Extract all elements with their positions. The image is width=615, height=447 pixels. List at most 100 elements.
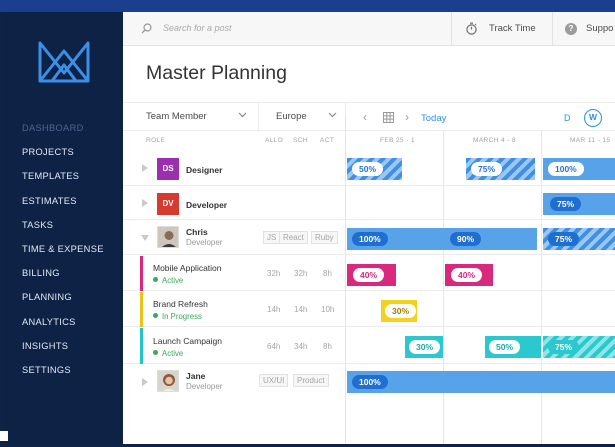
prev-week-button[interactable]: ‹ — [363, 110, 367, 124]
allocation-bar[interactable]: 30% — [405, 336, 443, 358]
allocation-bar[interactable]: 30% — [381, 300, 417, 322]
project-status: In Progress — [153, 312, 202, 321]
person-role: Developer — [186, 382, 223, 391]
project-color-bar — [140, 328, 143, 364]
status-label: In Progress — [162, 312, 202, 321]
allocation-bar[interactable]: 50% — [485, 336, 541, 358]
search-icon[interactable] — [141, 23, 152, 34]
today-button[interactable]: Today — [421, 113, 446, 124]
next-week-button[interactable]: › — [405, 110, 409, 124]
expand-icon[interactable] — [142, 378, 148, 386]
sidebar-item-insights[interactable]: INSIGHTS — [22, 334, 104, 358]
expand-icon[interactable] — [142, 199, 148, 207]
skill-tag: Ruby — [311, 231, 338, 244]
role-badge: DV — [157, 193, 179, 215]
allocation-bar[interactable]: 50% — [347, 158, 402, 180]
sidebar-item-dashboard[interactable]: DASHBOARD — [22, 116, 104, 140]
allocated-hours: 32h — [267, 269, 281, 278]
person-icon — [158, 227, 178, 247]
scheduled-hours: 34h — [294, 342, 308, 351]
allocation-label: 75% — [548, 232, 580, 246]
actual-hours: 8h — [323, 342, 332, 351]
stopwatch-icon[interactable] — [465, 22, 478, 35]
allocation-bar[interactable]: 100% — [543, 158, 615, 180]
project-color-bar — [140, 292, 143, 327]
status-dot-icon — [153, 313, 158, 319]
person-icon — [158, 371, 178, 391]
project-color-bar — [140, 256, 143, 291]
sidebar-item-analytics[interactable]: ANALYTICS — [22, 310, 104, 334]
project-status: Active — [153, 349, 183, 358]
app-window: Search for a post Track Time ? Suppo Mas… — [123, 12, 615, 444]
search-input[interactable]: Search for a post — [163, 23, 232, 33]
allocation-bar[interactable]: 75% — [543, 336, 615, 358]
status-label: Active — [162, 349, 184, 358]
top-strip — [0, 0, 615, 12]
support-button[interactable]: Suppo — [586, 23, 613, 34]
actual-hours: 8h — [323, 269, 332, 278]
avatar — [157, 370, 179, 392]
region-select[interactable]: Europe — [276, 111, 307, 122]
week-gridline — [443, 131, 444, 444]
sidebar-item-tasks[interactable]: TASKS — [22, 213, 104, 237]
corner-square — [0, 431, 8, 441]
sidebar: DASHBOARD PROJECTS TEMPLATES ESTIMATES T… — [3, 12, 123, 444]
chevron-down-icon[interactable] — [328, 112, 337, 118]
role-name: Designer — [186, 165, 223, 175]
allocation-bar[interactable]: 40% — [347, 264, 396, 286]
allocation-label: 100% — [352, 375, 388, 389]
calendar-icon[interactable] — [383, 112, 394, 123]
sidebar-item-settings[interactable]: SETTINGS — [22, 358, 104, 382]
sidebar-item-estimates[interactable]: ESTIMATES — [22, 189, 104, 213]
status-dot-icon — [153, 277, 158, 283]
sidebar-item-planning[interactable]: PLANNING — [22, 285, 104, 309]
scheduled-hours: 32h — [294, 269, 308, 278]
project-status: Active — [153, 276, 183, 285]
skill-tag: UX/UI — [259, 374, 289, 387]
allocated-hours: 64h — [267, 342, 281, 351]
allocation-label: 75% — [471, 162, 503, 176]
allocation-label: 40% — [451, 268, 483, 282]
allocation-bar[interactable]: 75% — [543, 193, 615, 215]
page-title: Master Planning — [146, 62, 287, 84]
allocation-bar[interactable]: 75% — [466, 158, 535, 180]
week-gridline — [541, 131, 542, 444]
skill-tag: JS — [263, 231, 281, 244]
allocation-bar[interactable]: 40% — [445, 264, 493, 286]
skill-tag: React — [279, 231, 308, 244]
week-header-2: MARCH 4 - 8 — [473, 137, 517, 144]
sidebar-nav: DASHBOARD PROJECTS TEMPLATES ESTIMATES T… — [22, 116, 104, 382]
divider — [451, 12, 452, 46]
chevron-down-icon[interactable] — [238, 112, 247, 118]
project-name[interactable]: Brand Refresh — [153, 299, 208, 309]
allocation-label: 75% — [550, 197, 582, 211]
day-view-button[interactable]: D — [564, 113, 571, 123]
sidebar-item-billing[interactable]: BILLING — [22, 261, 104, 285]
person-role: Developer — [186, 238, 223, 247]
divider — [258, 103, 259, 132]
person-name: Jane — [186, 371, 206, 381]
team-member-select[interactable]: Team Member — [146, 111, 207, 122]
help-icon[interactable]: ? — [565, 23, 577, 35]
collapse-icon[interactable] — [141, 235, 149, 241]
sidebar-item-templates[interactable]: TEMPLATES — [22, 164, 104, 188]
filter-bar: Team Member Europe ‹ › Today D W — [123, 102, 615, 132]
divider — [552, 12, 553, 46]
sidebar-item-time-expense[interactable]: TIME & EXPENSE — [22, 237, 104, 261]
status-label: Active — [162, 276, 184, 285]
sidebar-item-projects[interactable]: PROJECTS — [22, 140, 104, 164]
project-name[interactable]: Mobile Application — [153, 263, 222, 273]
expand-icon[interactable] — [142, 164, 148, 172]
allocation-label: 100% — [548, 162, 584, 176]
allocation-bar[interactable]: 100% 90% — [347, 228, 537, 250]
project-name[interactable]: Launch Campaign — [153, 336, 222, 346]
allocation-bar[interactable]: 100% — [347, 371, 615, 393]
actual-hours: 10h — [321, 305, 335, 314]
week-view-button[interactable]: W — [584, 109, 602, 127]
allocated-hours: 14h — [267, 305, 281, 314]
week-header-1: FEB 25 - 1 — [380, 137, 416, 144]
allocation-bar[interactable]: 75% — [543, 228, 615, 250]
role-badge: DS — [157, 158, 179, 180]
act-header: ACT — [320, 137, 335, 144]
track-time-button[interactable]: Track Time — [489, 23, 536, 34]
